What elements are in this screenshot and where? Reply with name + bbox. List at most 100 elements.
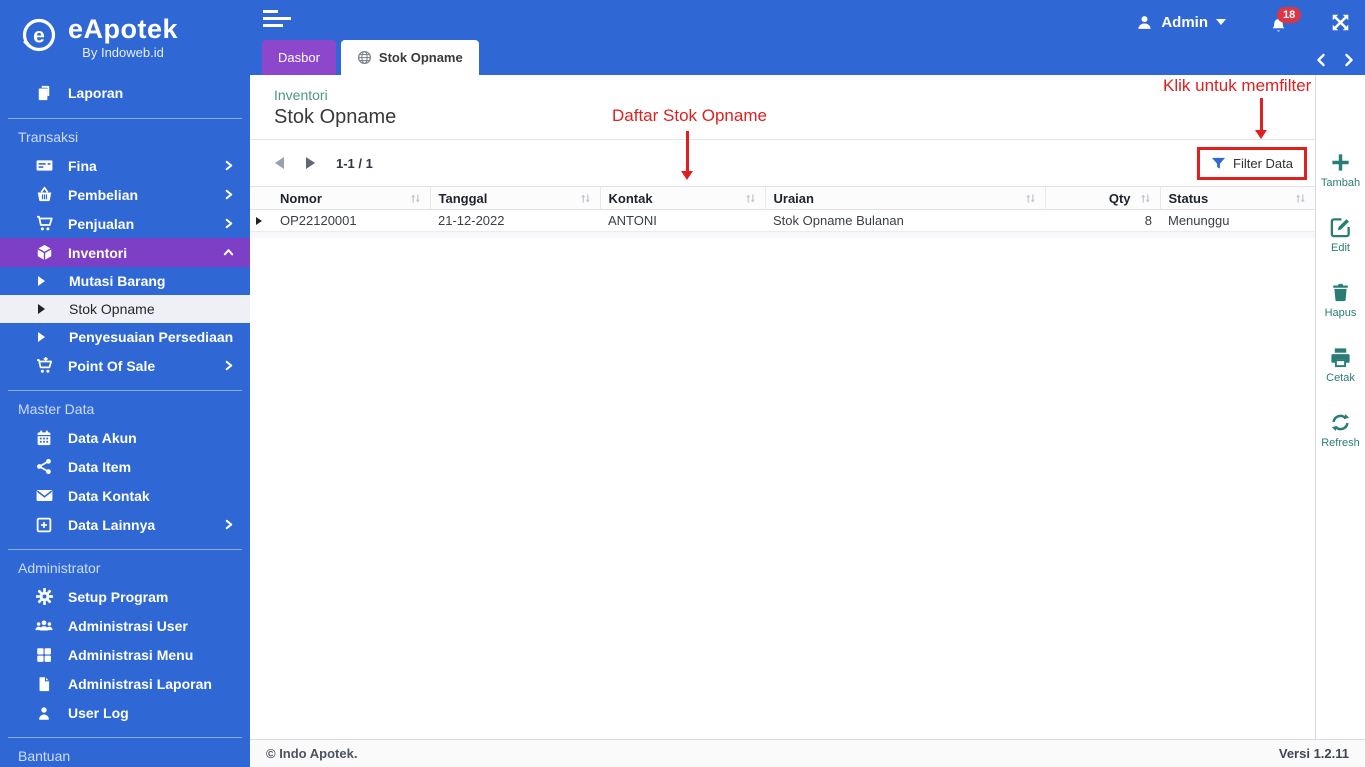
breadcrumb: Inventori <box>274 87 328 103</box>
sidebar-item-label: Administrasi Menu <box>68 646 194 663</box>
sidebar-item-data-kontak[interactable]: Data Kontak <box>0 481 250 510</box>
topbar: Admin 18 Dasbor Stok Opname <box>250 0 1365 75</box>
shopping-cart-icon <box>34 214 54 233</box>
action-label: Tambah <box>1320 177 1361 189</box>
tab-scroll-right-icon[interactable] <box>1343 53 1355 67</box>
sidebar-item-fina[interactable]: Fina <box>0 151 250 180</box>
column-header-status[interactable]: Status <box>1160 187 1315 210</box>
sort-icon[interactable] <box>409 193 422 204</box>
column-header-uraian[interactable]: Uraian <box>765 186 1046 210</box>
column-label: Nomor <box>280 190 322 206</box>
pagination-prev-button[interactable] <box>272 154 287 172</box>
cart-plus-icon <box>34 356 54 375</box>
sidebar-item-label: Fina <box>68 157 97 174</box>
filter-funnel-icon <box>1211 157 1226 169</box>
app-window: e eApotek By Indoweb.id Laporan Transaks… <box>0 0 1365 767</box>
page-header: Inventori Stok Opname <box>250 75 1315 140</box>
sidebar-item-administrasi-laporan[interactable]: Administrasi Laporan <box>0 669 250 698</box>
refresh-button[interactable]: Refresh <box>1321 411 1360 449</box>
sidebar-item-label: Inventori <box>68 244 128 261</box>
table-header-row: Nomor Tanggal Kontak Uraian Qty Status <box>250 186 1315 210</box>
sidebar-item-penjualan[interactable]: Penjualan <box>0 209 250 238</box>
table-row[interactable]: OP22120001 21-12-2022 ANTONI Stok Opname… <box>250 209 1315 232</box>
cell-tanggal: 21-12-2022 <box>438 213 505 228</box>
app-logo-icon: e <box>22 18 56 52</box>
section-title-administrator: Administrator <box>18 560 101 576</box>
copyright-text: © Indo Apotek. <box>266 746 358 761</box>
column-label: Qty <box>1108 190 1131 206</box>
action-label: Hapus <box>1324 307 1357 319</box>
sidebar-item-data-item[interactable]: Data Item <box>0 452 250 481</box>
copy-icon <box>34 84 54 102</box>
sidebar-item-inventori[interactable]: Inventori <box>0 238 250 267</box>
tambah-button[interactable]: Tambah <box>1321 151 1360 189</box>
sidebar-item-label: Point Of Sale <box>68 357 156 374</box>
sidebar-item-pembelian[interactable]: Pembelian <box>0 180 250 209</box>
sort-icon[interactable] <box>1139 193 1152 204</box>
app-tagline: By Indoweb.id <box>82 45 164 60</box>
user-menu[interactable]: Admin <box>1136 14 1226 31</box>
tab-label: Dasbor <box>278 50 320 65</box>
sidebar-item-label: Penjualan <box>68 215 135 232</box>
table-stripe <box>250 232 1315 238</box>
column-label: Tanggal <box>438 190 488 206</box>
sidebar-subitem-mutasi-barang[interactable]: Mutasi Barang <box>0 267 250 295</box>
divider <box>8 118 242 119</box>
sidebar-subitem-penyesuaian-persediaan[interactable]: Penyesuaian Persediaan <box>0 323 250 351</box>
trash-icon <box>1333 283 1348 302</box>
section-title-bantuan: Bantuan <box>18 748 71 764</box>
sidebar-item-label: Administrasi Laporan <box>68 675 212 692</box>
column-header-qty[interactable]: Qty <box>1045 186 1161 210</box>
chevron-up-icon <box>223 247 234 258</box>
sort-icon[interactable] <box>579 193 592 204</box>
left-triangle-icon <box>275 157 284 169</box>
sidebar-item-user-log[interactable]: User Log <box>0 698 250 727</box>
sidebar-item-label: Mutasi Barang <box>69 273 166 289</box>
column-header-kontak[interactable]: Kontak <box>600 186 766 210</box>
page-title: Stok Opname <box>274 106 397 128</box>
sidebar-item-label: Data Akun <box>68 429 137 446</box>
sidebar-item-point-of-sale[interactable]: Point Of Sale <box>0 351 250 380</box>
sidebar-item-data-lainnya[interactable]: Data Lainnya <box>0 510 250 539</box>
row-expander-icon[interactable] <box>256 217 262 225</box>
sort-icon[interactable] <box>1024 193 1037 204</box>
footer: © Indo Apotek. Versi 1.2.11 <box>250 739 1365 767</box>
hapus-button[interactable]: Hapus <box>1324 281 1357 319</box>
gear-icon <box>34 587 54 606</box>
tab-label: Stok Opname <box>378 50 463 65</box>
cetak-button[interactable]: Cetak <box>1326 346 1355 384</box>
column-header-tanggal[interactable]: Tanggal <box>430 186 601 210</box>
calendar-icon <box>34 429 54 447</box>
chevron-right-icon <box>223 160 234 171</box>
sidebar-item-label: Data Kontak <box>68 487 150 504</box>
app-title: eApotek <box>68 14 179 44</box>
sidebar-item-setup-program[interactable]: Setup Program <box>0 582 250 611</box>
sidebar-item-label: Stok Opname <box>69 301 155 317</box>
pagination-next-button[interactable] <box>303 154 318 172</box>
grid-icon <box>34 646 54 664</box>
tab-scroll-left-icon[interactable] <box>1315 53 1327 67</box>
sort-icon[interactable] <box>1294 193 1307 204</box>
sidebar-subitem-stok-opname[interactable]: Stok Opname <box>0 295 250 323</box>
sidebar-item-laporan[interactable]: Laporan <box>0 78 250 108</box>
menu-toggle-icon[interactable] <box>263 10 291 31</box>
users-icon <box>34 616 54 635</box>
action-label: Edit <box>1331 242 1350 254</box>
tab-dasbor[interactable]: Dasbor <box>262 40 336 75</box>
section-title-master-data: Master Data <box>18 401 95 417</box>
sidebar-item-data-akun[interactable]: Data Akun <box>0 423 250 452</box>
sort-icon[interactable] <box>744 193 757 204</box>
column-header-nomor[interactable]: Nomor <box>272 186 431 210</box>
sidebar-item-administrasi-menu[interactable]: Administrasi Menu <box>0 640 250 669</box>
fullscreen-button[interactable] <box>1330 12 1351 33</box>
sidebar-item-label: Administrasi User <box>68 617 188 634</box>
tab-stok-opname[interactable]: Stok Opname <box>340 40 479 75</box>
edit-button[interactable]: Edit <box>1329 216 1352 254</box>
right-triangle-icon <box>306 157 315 169</box>
sidebar-item-label: Data Item <box>68 458 132 475</box>
sidebar-item-label: Setup Program <box>68 588 169 605</box>
notifications-button[interactable]: 18 <box>1270 7 1302 35</box>
sidebar-item-administrasi-user[interactable]: Administrasi User <box>0 611 250 640</box>
filter-data-button[interactable]: Filter Data <box>1197 146 1307 180</box>
sidebar-item-label: Data Lainnya <box>68 516 156 533</box>
